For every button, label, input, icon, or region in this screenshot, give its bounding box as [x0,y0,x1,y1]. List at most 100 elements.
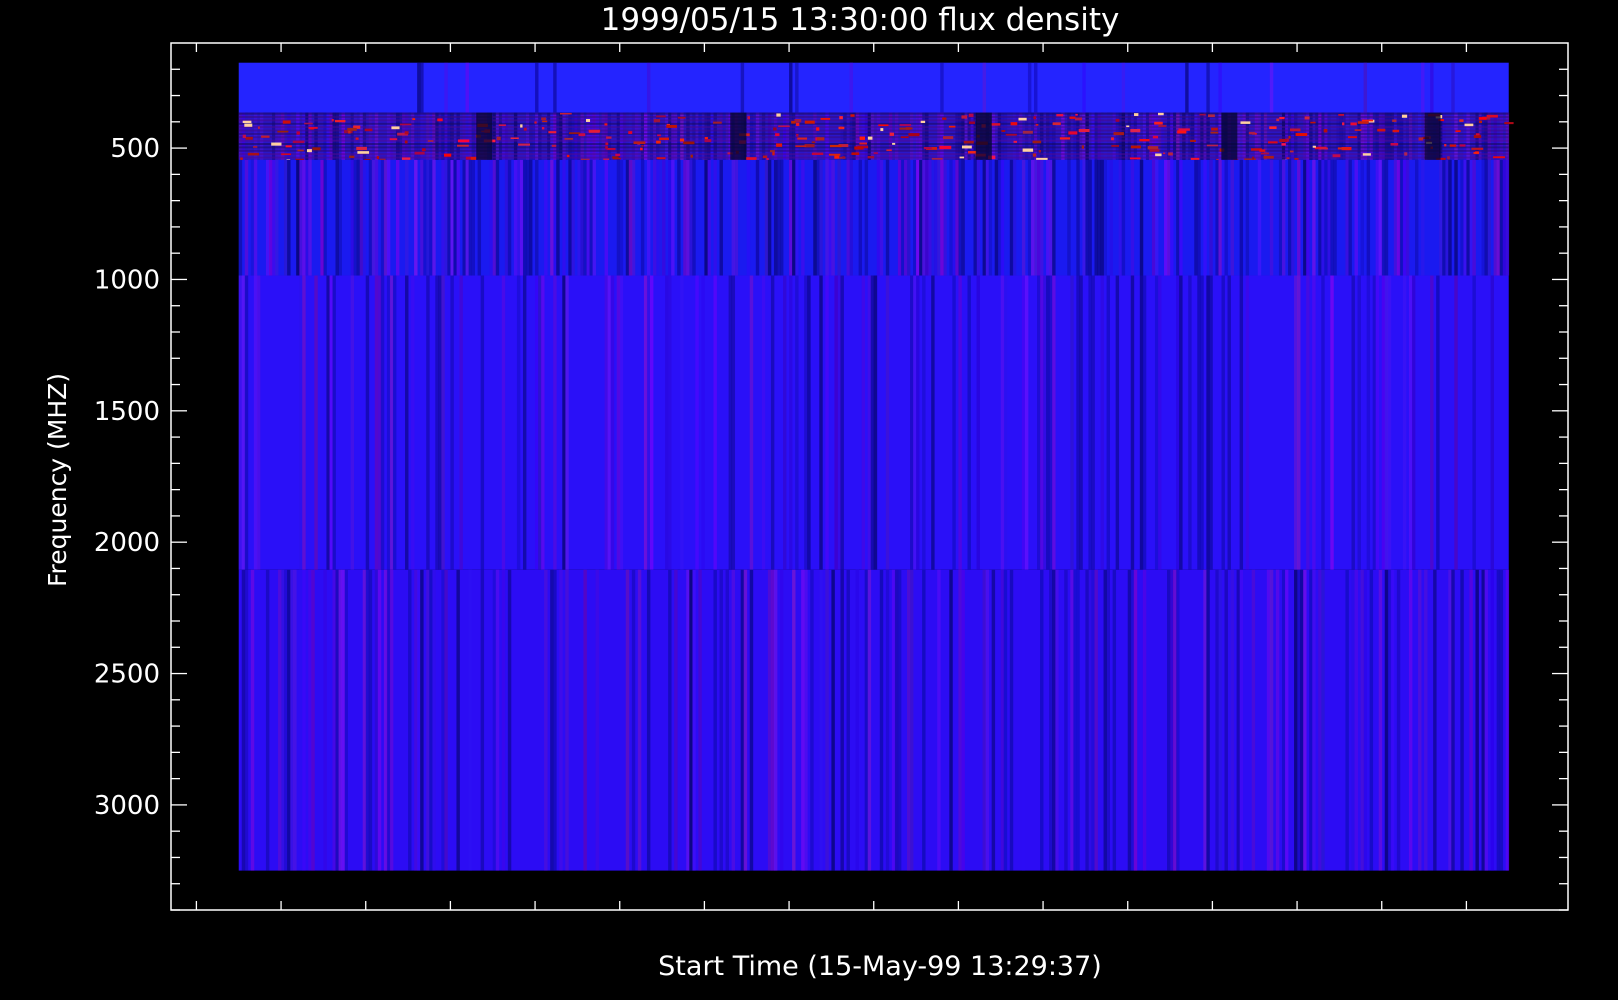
flare-speckle [569,132,581,134]
flare-speckle [257,126,260,129]
calibration-gap [975,112,992,160]
flare-speckle [641,145,644,147]
flare-speckle [968,151,977,154]
spectrogram-stripe [583,569,587,871]
spectrogram-stripe [919,159,923,276]
spectrogram-image [238,62,1514,871]
spectrogram-stripe [692,569,696,871]
flare-speckle [1056,114,1064,117]
flare-speckle [1449,144,1457,147]
spectrogram-stripe [906,569,911,871]
spectrogram-stripe [1194,159,1198,276]
spectrogram-stripe [604,159,609,276]
spectrogram-stripe [1484,569,1488,871]
spectrogram-stripe [807,275,811,570]
spectrogram-stripe [253,275,258,570]
spectrogram-stripe [1291,159,1295,276]
spectrogram-stripe [976,275,980,570]
spectrogram-stripe [1076,275,1080,570]
spectrogram-stripe [553,159,557,276]
spectrogram-stripe [417,62,421,113]
spectrogram-stripe [1185,62,1189,113]
spectrogram-stripe [1454,159,1458,276]
spectrogram-stripe [646,159,651,276]
spectrogram-stripe [910,275,914,570]
flare-speckle [510,137,519,140]
spectrogram-stripe [834,275,838,570]
flare-speckle [1130,128,1141,133]
spectrogram-stripe [1142,275,1147,570]
flare-speckle [659,137,669,141]
flare-speckle [297,149,304,152]
flare-speckle [1350,122,1357,126]
flare-speckle [1259,149,1266,152]
spectrogram-stripe [1375,159,1380,276]
spectrogram-stripe [1269,569,1274,871]
flare-speckle [1267,141,1278,144]
flare-speckle [1486,114,1498,118]
spectrogram-stripe [1381,159,1386,276]
flare-speckle [1210,131,1219,134]
spectrogram-stripe [789,275,793,570]
spectrogram-stripe [783,275,787,570]
spectrogram-stripe [386,569,391,871]
flare-speckle [1418,137,1424,141]
spectrogram-stripe [1046,275,1050,570]
spectrogram-stripe [931,275,935,570]
spectrogram-stripe [1040,275,1044,570]
flare-speckle [886,149,892,152]
spectrogram-stripe [1384,275,1389,570]
flare-speckle [666,124,677,128]
spectrogram-stripe [1245,159,1250,276]
spectrogram-stripe [1076,569,1080,871]
flare-speckle [920,120,926,123]
spectrogram-stripe [444,159,448,276]
spectrogram-stripe [840,275,844,570]
flare-speckle [1059,137,1071,140]
spectrogram-stripe [1475,569,1479,871]
spectrogram-stripe [562,159,566,276]
spectrogram-stripe [1000,159,1005,276]
spectrogram-stripe [801,159,805,276]
flare-speckle [1069,116,1076,119]
spectrogram-stripe [625,159,630,276]
spectrogram-stripe [1375,275,1380,570]
spectrogram-stripe [380,159,385,276]
spectrogram-stripe [1030,159,1035,276]
flare-speckle [1357,121,1369,124]
flare-speckle [457,144,469,147]
spectrogram-stripe [773,569,778,871]
spectrogram-stripe [320,159,324,276]
flare-speckle [541,117,547,121]
flare-speckle [628,131,633,134]
spectrogram-stripe [1221,159,1225,276]
spectrogram-stripe [1439,159,1443,276]
flare-speckle [1081,145,1085,149]
spectrogram-stripe [1294,275,1298,570]
calibration-gap [730,112,747,160]
spectrogram-stripe [1414,159,1419,276]
spectrogram-stripe [1224,569,1228,871]
spectrogram-stripe [1460,569,1464,871]
flare-speckle [1168,152,1173,156]
spectrogram-stripe [1000,569,1005,871]
spectrogram-stripe [1088,275,1092,570]
spectrogram-stripe [368,159,373,276]
spectrogram-stripe [1109,159,1114,276]
flare-speckle [1033,116,1037,120]
spectrogram-stripe [1154,159,1159,276]
flare-speckle [892,142,896,145]
spectrogram-stripe [1206,275,1210,570]
spectrogram-stripe [1369,569,1374,871]
flare-speckle [1190,139,1196,143]
spectrogram-stripe [731,275,736,570]
spectrogram-stripe [689,569,693,871]
spectrogram-stripe [338,569,342,871]
flare-speckle [588,130,600,133]
flare-speckle [968,121,976,124]
spectrogram-stripe [740,62,745,113]
flare-speckle [778,125,790,127]
flare-speckle [1294,157,1299,160]
spectrogram-stripe [1167,159,1171,276]
spectrogram-stripe [377,275,382,570]
